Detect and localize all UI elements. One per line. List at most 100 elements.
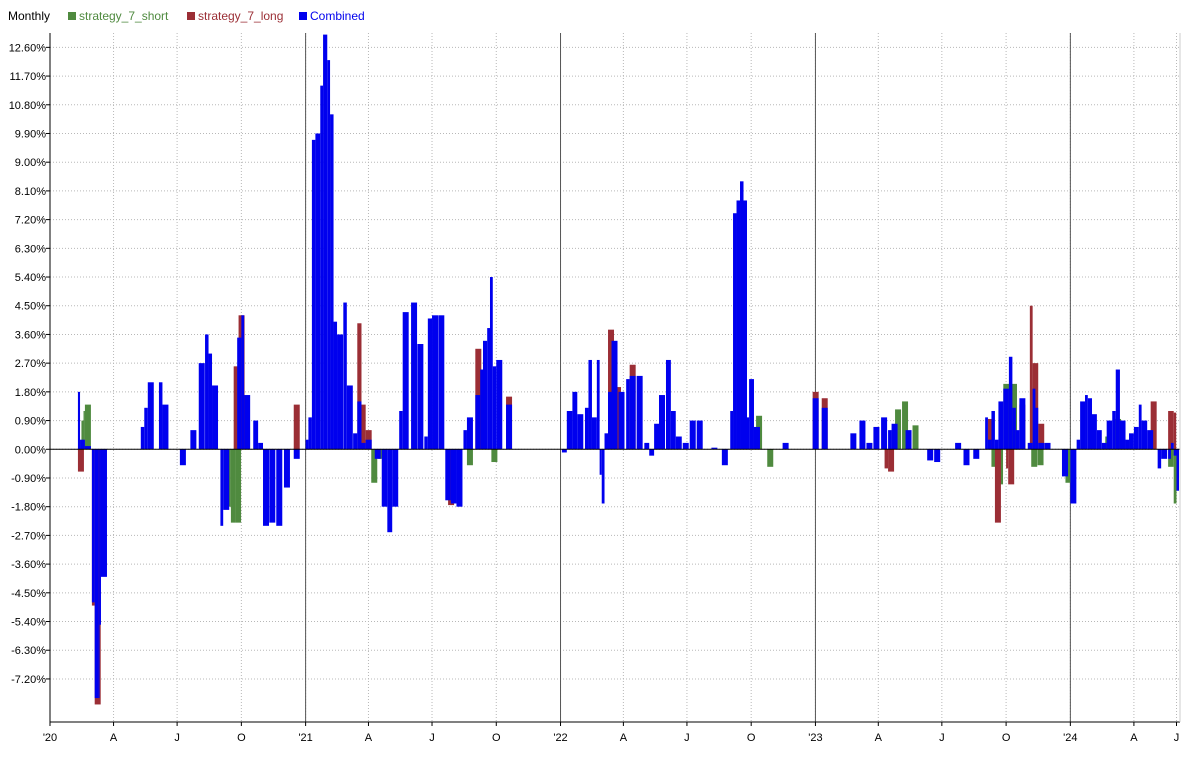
bar-combined — [445, 449, 451, 501]
bar-combined — [269, 449, 276, 523]
y-tick-label: 2.70% — [15, 358, 46, 370]
bar-combined — [1038, 442, 1045, 450]
bar-combined — [873, 426, 880, 450]
bar-combined — [1115, 369, 1120, 450]
bar-combined — [1129, 433, 1134, 450]
bar-combined — [611, 340, 618, 450]
bar-combined — [343, 302, 347, 450]
bar-strategy-7-short — [466, 449, 473, 466]
y-tick-label: -3.60% — [11, 559, 46, 571]
bar-combined — [1157, 449, 1162, 469]
bar-combined — [1101, 442, 1107, 450]
bar-combined — [1032, 388, 1036, 450]
x-tick-label: O — [1002, 732, 1011, 744]
bar-combined — [866, 442, 873, 450]
bar-combined — [487, 328, 490, 450]
x-tick-label: A — [365, 732, 373, 744]
bar-combined — [361, 442, 366, 450]
bar-combined — [743, 200, 747, 450]
bar-combined — [162, 404, 169, 450]
bar-combined — [1012, 407, 1016, 450]
bar-combined — [599, 449, 602, 475]
bar-combined — [696, 420, 703, 450]
bar-combined — [629, 375, 636, 450]
bar-strategy-7-long — [884, 449, 889, 469]
bar-combined — [658, 395, 665, 450]
bar-combined — [850, 433, 857, 450]
bar-strategy-7-short — [1031, 449, 1038, 467]
bar-combined — [198, 363, 205, 450]
y-tick-label: 1.80% — [15, 387, 46, 399]
y-tick-label: -4.50% — [11, 588, 46, 600]
bar-combined — [94, 449, 99, 699]
bar-combined — [675, 436, 682, 450]
bar-combined — [333, 321, 338, 450]
bar-strategy-7-long — [1173, 412, 1177, 450]
bar-combined — [1070, 449, 1077, 504]
y-tick-label: 10.80% — [9, 100, 47, 112]
bar-combined — [98, 449, 100, 699]
bar-strategy-7-short — [1173, 449, 1177, 504]
bar-combined — [584, 407, 589, 450]
y-tick-label: 0.00% — [15, 444, 46, 456]
bar-strategy-7-short — [1037, 449, 1044, 466]
bar-combined — [572, 391, 578, 450]
bar-combined — [782, 442, 789, 450]
bar-combined — [147, 382, 154, 450]
bar-combined — [330, 114, 334, 450]
bar-combined — [566, 410, 573, 450]
bar-strategy-7-long — [1029, 305, 1033, 450]
bar-combined — [821, 407, 828, 450]
y-tick-label: -6.30% — [11, 645, 46, 657]
y-tick-label: 8.10% — [15, 186, 46, 198]
bar-combined — [1092, 414, 1097, 450]
bar-combined — [1015, 430, 1020, 450]
bar-combined — [244, 395, 251, 450]
bar-combined — [220, 449, 224, 526]
bar-combined — [626, 379, 630, 450]
x-tick-label: A — [875, 732, 883, 744]
bar-combined — [327, 60, 331, 450]
x-tick-label: A — [1130, 732, 1138, 744]
bar-combined — [492, 366, 497, 450]
y-tick-label: 0.90% — [15, 416, 46, 428]
bar-combined — [1096, 430, 1102, 450]
bar-combined — [1008, 356, 1013, 450]
bar-combined — [934, 449, 941, 463]
bar-strategy-7-short — [767, 449, 774, 467]
bar-combined — [1003, 388, 1009, 450]
x-tick-label: '23 — [808, 732, 822, 744]
bar-combined — [689, 420, 696, 450]
y-tick-label: 9.90% — [15, 128, 46, 140]
bar-combined — [1119, 420, 1126, 450]
bar-combined — [381, 449, 388, 507]
bar-combined — [353, 433, 358, 450]
bar-combined — [346, 385, 353, 450]
y-tick-label: -5.40% — [11, 617, 46, 629]
bar-combined — [1173, 449, 1177, 456]
bar-combined — [608, 391, 612, 450]
x-axis-labels: '20 A J O '21 A J O '22 A J O '23 A J O '24 A J — [43, 732, 1179, 744]
bar-combined — [337, 334, 344, 450]
bar-combined — [77, 391, 81, 450]
y-tick-label: 7.20% — [15, 215, 46, 227]
bar-combined — [308, 417, 312, 450]
x-tick-label: '24 — [1063, 732, 1077, 744]
bar-strategy-7-long — [1006, 449, 1009, 469]
bar-combined — [1161, 449, 1168, 459]
bar-combined — [891, 423, 898, 450]
bar-combined — [665, 359, 671, 450]
bar-combined — [506, 404, 513, 450]
bar-combined — [963, 449, 970, 466]
bar-combined — [427, 318, 433, 450]
bar-combined — [987, 439, 992, 450]
y-tick-label: 5.40% — [15, 272, 46, 284]
bar-strategy-7-long — [293, 404, 300, 450]
bar-combined — [682, 442, 689, 450]
bar-combined — [859, 420, 866, 450]
bar-combined — [237, 337, 242, 450]
bar-combined — [994, 439, 999, 450]
bar-combined — [91, 449, 95, 603]
bar-combined — [654, 423, 659, 450]
bar-combined — [432, 315, 439, 450]
